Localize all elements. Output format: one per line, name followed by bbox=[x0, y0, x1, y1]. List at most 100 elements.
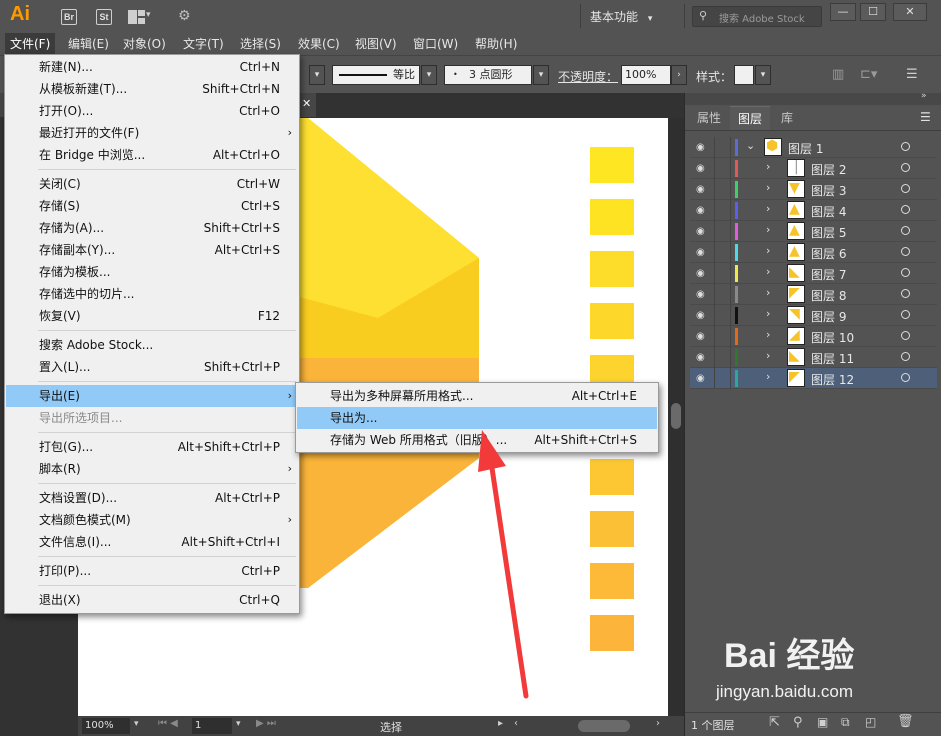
chevron-right-icon[interactable]: › bbox=[766, 223, 770, 236]
visibility-eye-icon[interactable]: ◉ bbox=[696, 373, 705, 384]
gpu-performance-icon[interactable]: ⚙ bbox=[178, 8, 191, 24]
layer-row[interactable]: ◉ › ▲ 图层 6 bbox=[690, 242, 937, 263]
locate-object-icon[interactable]: ⚲ bbox=[793, 715, 803, 730]
visibility-eye-icon[interactable]: ◉ bbox=[696, 331, 705, 342]
first-artboard-icon[interactable]: ⏮ ◀ bbox=[158, 718, 178, 729]
new-sublayer-icon[interactable]: ⧉ bbox=[841, 715, 850, 730]
file-menu-item[interactable]: 存储副本(Y)... Alt+Ctrl+S bbox=[6, 239, 298, 261]
vertical-scrollbar[interactable] bbox=[668, 118, 684, 716]
collapse-panel-icon[interactable]: » bbox=[921, 91, 927, 101]
file-menu-item[interactable]: 在 Bridge 中浏览... Alt+Ctrl+O bbox=[6, 144, 298, 166]
opacity-input[interactable]: 100% bbox=[621, 65, 671, 85]
visibility-eye-icon[interactable]: ◉ bbox=[696, 163, 705, 174]
file-menu-item[interactable]: 存储(S) Ctrl+S bbox=[6, 195, 298, 217]
file-menu-item[interactable]: 打印(P)... Ctrl+P bbox=[6, 560, 298, 582]
stock-search-input[interactable]: ⚲ 搜索 Adobe Stock bbox=[692, 6, 822, 27]
close-tab-icon[interactable]: ✕ bbox=[302, 97, 311, 110]
artboard-number-field[interactable]: 1 bbox=[192, 718, 232, 734]
layer-row[interactable]: ◉ › ▲ 图层 4 bbox=[690, 200, 937, 221]
align-icon[interactable]: ▥ bbox=[832, 67, 844, 82]
visibility-eye-icon[interactable]: ◉ bbox=[696, 352, 705, 363]
brush-definition[interactable]: • 3 点圆形 bbox=[444, 65, 532, 85]
layer-row[interactable]: ◉ › ◣ 图层 7 bbox=[690, 263, 937, 284]
target-circle-icon[interactable] bbox=[901, 331, 910, 340]
maximize-button[interactable]: ☐ bbox=[860, 3, 886, 21]
transform-icon[interactable]: ⊏▾ bbox=[860, 67, 877, 82]
target-circle-icon[interactable] bbox=[901, 226, 910, 235]
target-circle-icon[interactable] bbox=[901, 268, 910, 277]
file-menu-item[interactable]: 打开(O)... Ctrl+O bbox=[6, 100, 298, 122]
chevron-right-icon[interactable]: › bbox=[766, 244, 770, 257]
target-circle-icon[interactable] bbox=[901, 310, 910, 319]
layer-row[interactable]: ◉ › ▲ 图层 5 bbox=[690, 221, 937, 242]
menu-edit[interactable]: 编辑(E) bbox=[63, 33, 114, 55]
file-menu-item[interactable]: 文件信息(I)... Alt+Shift+Ctrl+I bbox=[6, 531, 298, 553]
target-circle-icon[interactable] bbox=[901, 142, 910, 151]
status-menu-icon[interactable]: ▸ bbox=[498, 718, 503, 729]
file-menu-item[interactable]: 从模板新建(T)... Shift+Ctrl+N bbox=[6, 78, 298, 100]
layer-row[interactable]: ◉ › ◢ 图层 10 bbox=[690, 326, 937, 347]
file-menu-item[interactable]: 关闭(C) Ctrl+W bbox=[6, 173, 298, 195]
visibility-eye-icon[interactable]: ◉ bbox=[696, 226, 705, 237]
tab-libraries[interactable]: 库 bbox=[773, 106, 801, 130]
target-circle-icon[interactable] bbox=[901, 184, 910, 193]
layer-row[interactable]: ◉ › | 图层 2 bbox=[690, 158, 937, 179]
menu-window[interactable]: 窗口(W) bbox=[408, 33, 463, 55]
chevron-right-icon[interactable]: › bbox=[766, 160, 770, 173]
stock-button[interactable]: St bbox=[96, 9, 112, 25]
style-dropdown[interactable]: ▾ bbox=[755, 65, 771, 85]
file-menu-item[interactable]: 存储为(A)... Shift+Ctrl+S bbox=[6, 217, 298, 239]
visibility-eye-icon[interactable]: ◉ bbox=[696, 184, 705, 195]
chevron-right-icon[interactable]: › bbox=[766, 286, 770, 299]
opacity-label[interactable]: 不透明度： bbox=[558, 68, 618, 85]
menu-select[interactable]: 选择(S) bbox=[235, 33, 286, 55]
file-menu-item[interactable]: 置入(L)... Shift+Ctrl+P bbox=[6, 356, 298, 378]
file-menu-item[interactable]: 存储选中的切片... bbox=[6, 283, 298, 305]
chevron-right-icon[interactable]: › bbox=[766, 307, 770, 320]
target-circle-icon[interactable] bbox=[901, 205, 910, 214]
chevron-right-icon[interactable]: › bbox=[766, 370, 770, 383]
tab-layers[interactable]: 图层 bbox=[730, 106, 771, 130]
brush-dropdown[interactable]: ▾ bbox=[533, 65, 549, 85]
visibility-eye-icon[interactable]: ◉ bbox=[696, 268, 705, 279]
file-menu-item[interactable]: 文档设置(D)... Alt+Ctrl+P bbox=[6, 487, 298, 509]
variable-width-profile[interactable]: 等比 bbox=[332, 65, 420, 85]
stroke-weight-dropdown[interactable]: ▾ bbox=[309, 65, 325, 85]
target-circle-icon[interactable] bbox=[901, 289, 910, 298]
minimize-button[interactable]: — bbox=[830, 3, 856, 21]
menu-object[interactable]: 对象(O) bbox=[118, 33, 171, 55]
visibility-eye-icon[interactable]: ◉ bbox=[696, 247, 705, 258]
chevron-down-icon[interactable]: ⌄ bbox=[746, 139, 755, 152]
visibility-eye-icon[interactable]: ◉ bbox=[696, 205, 705, 216]
file-menu-item[interactable]: 恢复(V) F12 bbox=[6, 305, 298, 327]
visibility-eye-icon[interactable]: ◉ bbox=[696, 310, 705, 321]
file-menu-item[interactable]: 退出(X) Ctrl+Q bbox=[6, 589, 298, 611]
menu-type[interactable]: 文字(T) bbox=[178, 33, 229, 55]
layer-row[interactable]: ◉ ⌄ ⬢ 图层 1 bbox=[690, 137, 937, 158]
profile-dropdown[interactable]: ▾ bbox=[421, 65, 437, 85]
clipping-mask-icon[interactable]: ▣ bbox=[817, 715, 828, 729]
tab-properties[interactable]: 属性 bbox=[689, 106, 729, 130]
export-asset-icon[interactable]: ⇱ bbox=[769, 715, 780, 730]
opacity-dropdown[interactable]: › bbox=[671, 65, 687, 85]
menu-file[interactable]: 文件(F) bbox=[5, 33, 56, 55]
layer-row[interactable]: ◉ › ◤ 图层 8 bbox=[690, 284, 937, 305]
scroll-left-icon[interactable]: ‹ bbox=[514, 718, 518, 729]
file-menu-item[interactable]: 脚本(R) › bbox=[6, 458, 298, 480]
close-button[interactable]: ✕ bbox=[893, 3, 927, 21]
panel-options-icon[interactable]: ☰ bbox=[920, 110, 931, 124]
file-menu-item[interactable]: 搜索 Adobe Stock... bbox=[6, 334, 298, 356]
menu-effect[interactable]: 效果(C) bbox=[293, 33, 345, 55]
layer-row[interactable]: ◉ › ◣ 图层 11 bbox=[690, 347, 937, 368]
file-menu-item[interactable]: 打包(G)... Alt+Shift+Ctrl+P bbox=[6, 436, 298, 458]
target-circle-icon[interactable] bbox=[901, 163, 910, 172]
layer-row[interactable]: ◉ › ◤ 图层 12 bbox=[690, 368, 937, 389]
graphic-style-swatch[interactable] bbox=[734, 65, 754, 85]
file-menu-item[interactable]: 存储为模板... bbox=[6, 261, 298, 283]
export-submenu-item[interactable]: 导出为多种屏幕所用格式... Alt+Ctrl+E bbox=[297, 385, 657, 407]
export-submenu-item[interactable]: 导出为... bbox=[297, 407, 657, 429]
chevron-right-icon[interactable]: › bbox=[766, 202, 770, 215]
file-menu-item[interactable]: 新建(N)... Ctrl+N bbox=[6, 56, 298, 78]
visibility-eye-icon[interactable]: ◉ bbox=[696, 289, 705, 300]
file-menu-item[interactable]: 最近打开的文件(F) › bbox=[6, 122, 298, 144]
